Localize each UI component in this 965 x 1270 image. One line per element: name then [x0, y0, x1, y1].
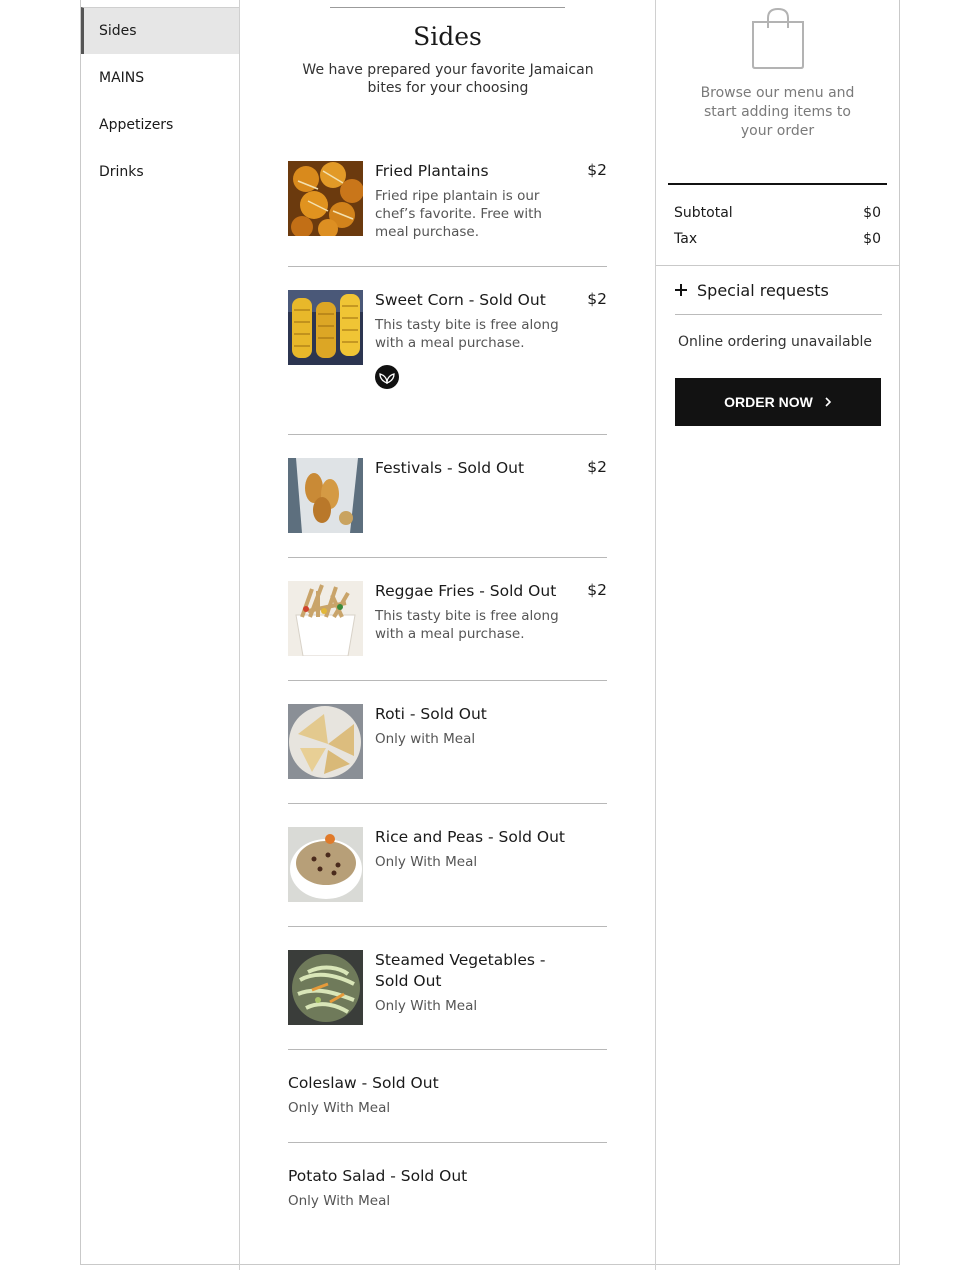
menu-item[interactable]: Fried Plantains $2 Fried ripe plantain i… [288, 161, 607, 241]
item-description: Only with Meal [375, 731, 476, 747]
cart-divider [655, 0, 656, 1270]
item-divider [288, 1142, 607, 1143]
item-divider [288, 557, 607, 558]
item-name: Roti - Sold Out [375, 705, 487, 723]
tax-label: Tax [674, 231, 698, 247]
rice-and-peas-photo [288, 827, 363, 902]
item-divider [288, 1049, 607, 1050]
item-name: Coleslaw - Sold Out [288, 1074, 439, 1092]
ordering-unavailable-message: Online ordering unavailable [678, 334, 872, 350]
menu-item[interactable]: Potato Salad - Sold Out Only With Meal [288, 1166, 607, 1216]
item-divider [288, 803, 607, 804]
menu-item[interactable]: Reggae Fries - Sold Out $2 This tasty bi… [288, 581, 607, 661]
section-description: We have prepared your favorite Jamaican … [302, 62, 594, 96]
sidebar-item-label: Sides [99, 23, 137, 39]
cart-summary-divider [656, 265, 899, 266]
item-name: Rice and Peas - Sold Out [375, 828, 565, 846]
sidebar-item-label: Drinks [99, 163, 144, 180]
cart-empty-message: Browse our menu and start adding items t… [700, 85, 855, 139]
reggae-fries-photo [288, 581, 363, 656]
section-top-divider [330, 7, 565, 8]
vegetarian-leaf-icon [375, 365, 399, 389]
item-divider [288, 434, 607, 435]
item-description: Fried ripe plantain is our chef’s favori… [375, 188, 542, 240]
item-price: $2 [587, 161, 607, 179]
item-description: This tasty bite is free along with a mea… [375, 608, 559, 642]
item-name: Steamed Vegetables - Sold Out [375, 951, 546, 990]
item-name: Festivals - Sold Out [375, 459, 525, 477]
section-title: Sides [413, 22, 482, 51]
tax-value: $0 [863, 231, 881, 247]
menu-item[interactable]: Rice and Peas - Sold Out Only With Meal [288, 827, 607, 907]
item-name: Potato Salad - Sold Out [288, 1167, 468, 1185]
order-now-button[interactable]: ORDER NOW [675, 378, 881, 426]
cart-divider [668, 183, 887, 185]
subtotal-label: Subtotal [674, 205, 733, 221]
item-description: Only With Meal [375, 854, 478, 870]
shopping-bag-icon [751, 7, 805, 74]
sweet-corn-photo [288, 290, 363, 365]
special-requests-label: Special requests [697, 280, 829, 300]
chevron-right-icon [825, 395, 832, 410]
sidebar-item-label: MAINS [99, 69, 145, 86]
subtotal-row: Subtotal $0 [674, 205, 881, 221]
menu-item[interactable]: Coleslaw - Sold Out Only With Meal [288, 1073, 607, 1123]
item-name: Reggae Fries - Sold Out [375, 582, 557, 600]
sidebar-item-sides[interactable]: Sides [81, 7, 239, 54]
item-name: Fried Plantains [375, 162, 489, 180]
category-sidebar: Sides MAINS Appetizers Drinks [81, 7, 239, 195]
item-price: $2 [587, 290, 607, 308]
festivals-photo [288, 458, 363, 533]
plus-icon [675, 284, 687, 296]
sidebar-item-drinks[interactable]: Drinks [81, 148, 239, 195]
sidebar-item-appetizers[interactable]: Appetizers [81, 101, 239, 148]
item-divider [288, 926, 607, 927]
item-name: Sweet Corn - Sold Out [375, 291, 546, 309]
roti-photo [288, 704, 363, 779]
item-description: Only With Meal [375, 998, 478, 1014]
steamed-vegetables-photo [288, 950, 363, 1025]
tax-row: Tax $0 [674, 231, 881, 247]
menu-item[interactable]: Festivals - Sold Out $2 [288, 458, 607, 538]
item-price: $2 [587, 458, 607, 476]
fried-plantains-photo [288, 161, 363, 236]
order-now-label: ORDER NOW [724, 394, 813, 410]
item-description: Only With Meal [288, 1193, 391, 1209]
menu-item[interactable]: Steamed Vegetables - Sold Out Only With … [288, 950, 607, 1030]
item-divider [288, 680, 607, 681]
item-price: $2 [587, 581, 607, 599]
item-divider [288, 266, 607, 267]
menu-item[interactable]: Sweet Corn - Sold Out $2 This tasty bite… [288, 290, 607, 400]
special-requests-toggle[interactable]: Special requests [675, 280, 882, 300]
menu-item[interactable]: Roti - Sold Out Only with Meal [288, 704, 607, 784]
sidebar-divider [239, 0, 240, 1270]
subtotal-value: $0 [863, 205, 881, 221]
sidebar-item-label: Appetizers [99, 116, 174, 133]
sidebar-item-mains[interactable]: MAINS [81, 54, 239, 101]
item-description: This tasty bite is free along with a mea… [375, 317, 559, 351]
item-description: Only With Meal [288, 1100, 391, 1116]
special-requests-divider [675, 314, 882, 315]
